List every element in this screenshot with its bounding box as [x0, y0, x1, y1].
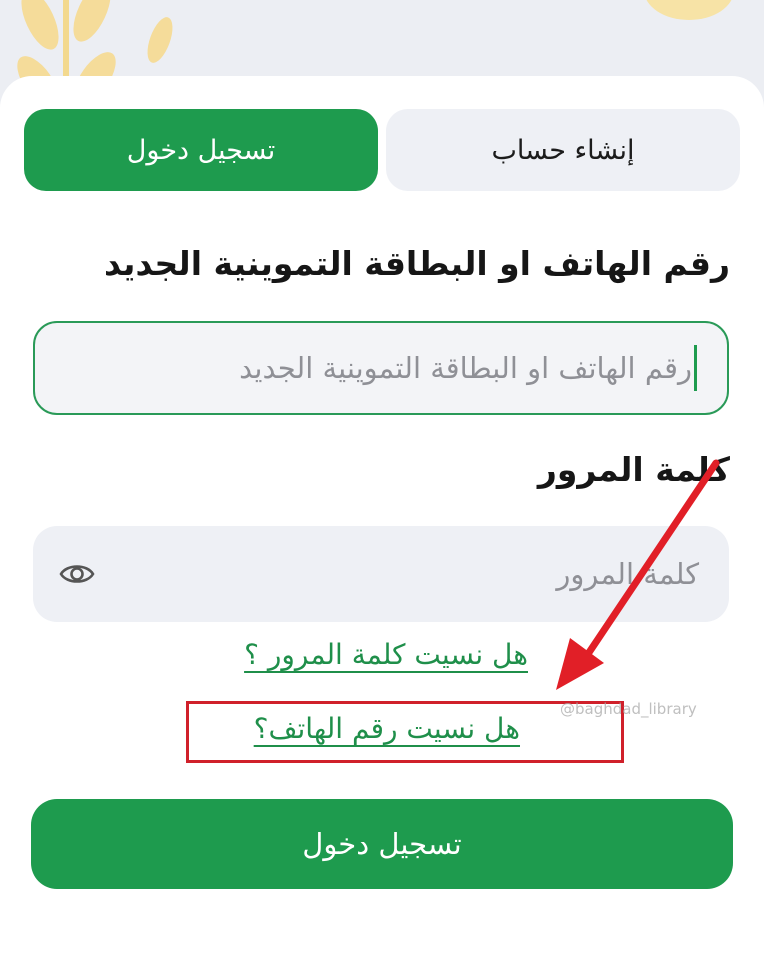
- phone-placeholder: رقم الهاتف او البطاقة التموينية الجديد: [239, 351, 692, 385]
- password-label: كلمة المرور: [537, 450, 730, 489]
- watermark: @baghdad_library: [560, 700, 697, 718]
- sun-decoration: [644, 0, 734, 20]
- tab-login[interactable]: تسجيل دخول: [24, 109, 378, 191]
- phone-input[interactable]: رقم الهاتف او البطاقة التموينية الجديد: [33, 321, 729, 415]
- phone-label: رقم الهاتف او البطاقة التموينية الجديد: [104, 244, 730, 283]
- eye-icon[interactable]: [59, 556, 95, 592]
- login-button[interactable]: تسجيل دخول: [31, 799, 733, 889]
- password-placeholder: كلمة المرور: [556, 557, 699, 591]
- password-input[interactable]: كلمة المرور: [33, 526, 729, 622]
- forgot-phone-link[interactable]: هل نسيت رقم الهاتف؟: [254, 712, 520, 745]
- forgot-password-link[interactable]: هل نسيت كلمة المرور ؟: [244, 638, 528, 671]
- text-cursor: [694, 345, 697, 391]
- tab-create-account[interactable]: إنشاء حساب: [386, 109, 740, 191]
